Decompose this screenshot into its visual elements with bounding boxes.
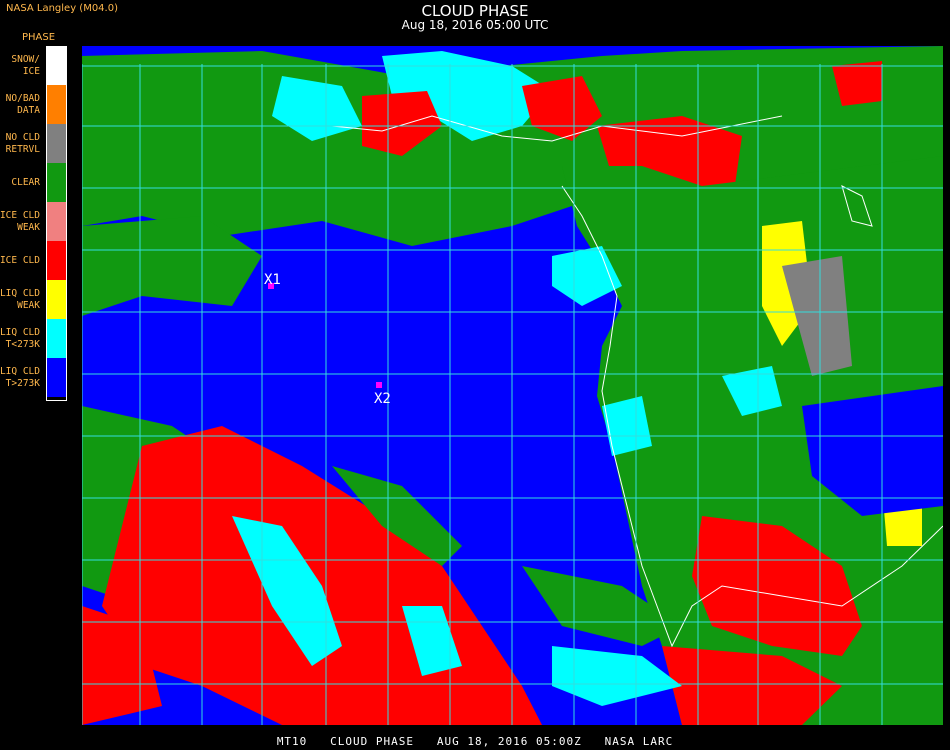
legend-swatch	[46, 124, 66, 163]
legend-swatch	[46, 85, 66, 124]
legend-item: ICE CLD WEAK	[0, 202, 66, 241]
legend-swatch	[46, 280, 66, 319]
marker-x2-dot	[376, 382, 382, 388]
map-datetime: Aug 18, 2016 05:00 UTC	[401, 18, 549, 32]
legend-item: LIQ CLD T<273K	[0, 319, 66, 358]
legend-swatch	[46, 319, 66, 358]
legend-item-label: ICE CLD WEAK	[0, 209, 40, 233]
legend-swatch	[46, 241, 66, 280]
legend-item: LIQ CLD T>273K	[0, 358, 66, 397]
legend-item: ICE CLD	[0, 241, 66, 280]
legend-item-label: NO/BAD DATA	[5, 92, 40, 116]
legend-swatch	[46, 202, 66, 241]
legend-item: LIQ CLD WEAK	[0, 280, 66, 319]
legend-item-label: LIQ CLD WEAK	[0, 287, 40, 311]
marker-x2-label: X2	[374, 391, 391, 407]
legend-item-label: ICE CLD	[0, 254, 40, 266]
legend-item: NO CLD RETRVL	[0, 124, 66, 163]
legend-swatch	[46, 358, 66, 397]
legend-swatch	[46, 163, 66, 202]
legend-title: PHASE	[22, 32, 56, 43]
legend-item-label: LIQ CLD T>273K	[0, 365, 40, 389]
legend-swatch	[46, 46, 66, 85]
footer-caption: MT10 CLOUD PHASE AUG 18, 2016 05:00Z NAS…	[276, 735, 674, 748]
legend: SNOW/ ICE NO/BAD DATA NO CLD RETRVL CLEAR IC…	[0, 46, 66, 397]
legend-item-label: NO CLD RETRVL	[5, 131, 40, 155]
marker-x1-label: X1	[264, 272, 281, 288]
legend-item: SNOW/ ICE	[0, 46, 66, 85]
legend-item: NO/BAD DATA	[0, 85, 66, 124]
legend-item-label: SNOW/ ICE	[11, 53, 40, 77]
legend-item: CLEAR	[0, 163, 66, 202]
legend-item-label: LIQ CLD T<273K	[0, 326, 40, 350]
legend-item-label: CLEAR	[11, 176, 40, 188]
cloud-phase-map: X1 X2	[82, 46, 943, 725]
